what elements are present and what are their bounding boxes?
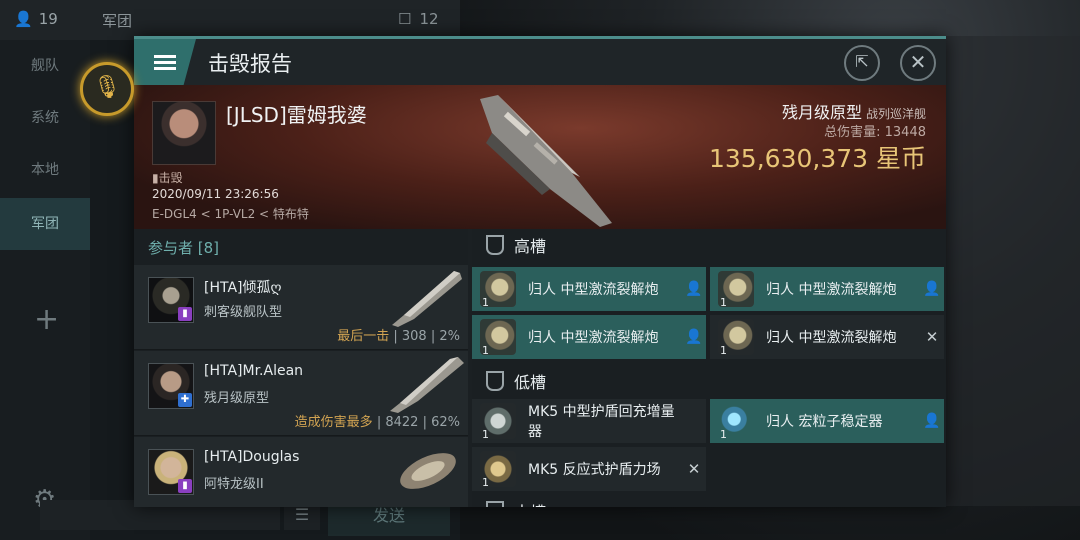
person-icon: 👤 [685, 281, 703, 297]
shield-icon: 1 [480, 403, 516, 441]
ship-image [400, 453, 456, 489]
chat-header: 👤 19 军团 ☐ 12 [0, 0, 460, 40]
module-item[interactable]: 1 归人 宏粒子稳定器 👤 [710, 399, 944, 443]
victim-ship-class: 残月级原型 战列巡洋舰 [781, 103, 926, 122]
participant-stats: 最后一击 | 308 | 2% [337, 329, 460, 344]
module-item[interactable]: 1 MK5 反应式护盾力场 ✕ [472, 447, 706, 491]
background-panel [946, 36, 1080, 506]
channel-title: 军团 [102, 12, 133, 30]
kill-report-modal: 击毁报告 ⇱ ✕ [JLSD]雷姆我婆 ▮击毁 2020/09/11 23:26… [134, 36, 946, 507]
participant-name: [HTA]Douglas [204, 449, 300, 465]
participant-ship: 阿特龙级II [204, 477, 264, 492]
mid-slot-header: 中槽 [472, 495, 946, 507]
participant-name: [HTA]倾孤ღ [204, 280, 282, 296]
slot-icon [486, 235, 504, 255]
close-button[interactable]: ✕ [900, 45, 936, 81]
channel-count[interactable]: ☐ 12 [398, 10, 439, 28]
slot-icon [486, 371, 504, 391]
participant-ship: 刺客级舰队型 [204, 305, 283, 320]
module-item[interactable]: 1 归人 中型激流裂解炮 👤 [472, 315, 706, 359]
fittings-panel: 高槽 1 归人 中型激流裂解炮 👤 1 归人 中型激流裂解炮 👤 1 归人 中型… [472, 229, 946, 507]
turret-icon: 1 [718, 271, 754, 309]
microphone-icon[interactable]: 🎙 [80, 62, 134, 116]
sidebar-item-corp[interactable]: 军团 [0, 198, 90, 250]
isk-value: 135,630,373 星币 [709, 144, 926, 173]
class-icon: ▮ [178, 307, 192, 321]
person-icon: 👤 [923, 281, 941, 297]
person-icon: 👤 [14, 10, 33, 28]
participant-ship: 残月级原型 [204, 391, 270, 406]
victim-avatar[interactable] [152, 101, 216, 165]
kill-time: 2020/09/11 23:26:56 [152, 187, 279, 201]
sidebar-item-fleet[interactable]: 舰队 [0, 40, 90, 92]
high-slot-header: 高槽 [472, 229, 946, 261]
total-damage: 总伤害量: 13448 [824, 125, 926, 140]
person-icon: 👤 [685, 329, 703, 345]
share-button[interactable]: ⇱ [844, 45, 880, 81]
turret-icon: 1 [718, 319, 754, 357]
destroyed-icon: ✕ [925, 328, 939, 346]
participants-header: 参与者 [8] [148, 239, 220, 257]
class-icon: ▮ [178, 479, 192, 493]
turret-icon: 1 [480, 271, 516, 309]
list-item[interactable]: ✚ [HTA]Mr.Alean 残月级原型 造成伤害最多 | 8422 | 62… [134, 351, 468, 436]
class-icon: ✚ [178, 393, 192, 407]
shield-icon: 1 [480, 451, 516, 489]
kill-location[interactable]: E-DGL4 < 1P-VL2 < 特布特 [152, 205, 309, 222]
destroyed-icon: ✕ [687, 460, 701, 478]
module-item[interactable]: 1 MK5 中型护盾回充增量器 [472, 399, 706, 443]
victim-ship-image[interactable] [462, 93, 622, 229]
close-icon: ✕ [909, 50, 927, 74]
sidebar-item-system[interactable]: 系统 [0, 92, 90, 144]
participant-name: [HTA]Mr.Alean [204, 363, 304, 379]
victim-banner: [JLSD]雷姆我婆 ▮击毁 2020/09/11 23:26:56 E-DGL… [134, 85, 946, 229]
member-count[interactable]: 👤 19 [14, 10, 58, 28]
turret-icon: 1 [480, 319, 516, 357]
participant-stats: 造成伤害最多 | 8422 | 62% [294, 415, 460, 430]
ship-image [390, 357, 464, 413]
window-icon: ☐ [398, 10, 412, 28]
share-icon: ⇱ [855, 52, 869, 71]
status-badge: ▮击毁 [152, 171, 183, 185]
victim-name[interactable]: [JLSD]雷姆我婆 [226, 99, 367, 128]
ship-image [392, 271, 462, 327]
sidebar-item-local[interactable]: 本地 [0, 144, 90, 196]
menu-icon [154, 52, 176, 73]
add-channel-icon[interactable]: + [34, 302, 59, 337]
list-item[interactable]: ▮ [HTA]倾孤ღ 刺客级舰队型 最后一击 | 308 | 2% [134, 265, 468, 350]
page-title: 击毁报告 [208, 52, 292, 76]
channel-sidebar: 舰队 系统 本地 军团 + ⚙ [0, 40, 90, 540]
low-slot-header: 低槽 [472, 365, 946, 397]
module-item[interactable]: 1 归人 中型激流裂解炮 👤 [710, 267, 944, 311]
module-item[interactable]: 1 归人 中型激流裂解炮 ✕ [710, 315, 944, 359]
modal-header: 击毁报告 ⇱ ✕ [134, 39, 946, 86]
slot-icon [486, 501, 504, 507]
list-item[interactable]: ▮ [HTA]Douglas 阿特龙级II [134, 437, 468, 507]
participants-panel: 参与者 [8] ▮ [HTA]倾孤ღ 刺客级舰队型 最后一击 | 308 | 2… [134, 229, 468, 507]
module-item[interactable]: 1 归人 中型激流裂解炮 👤 [472, 267, 706, 311]
stabilizer-icon: 1 [718, 403, 754, 441]
menu-button[interactable] [134, 39, 196, 85]
person-icon: 👤 [923, 413, 941, 429]
